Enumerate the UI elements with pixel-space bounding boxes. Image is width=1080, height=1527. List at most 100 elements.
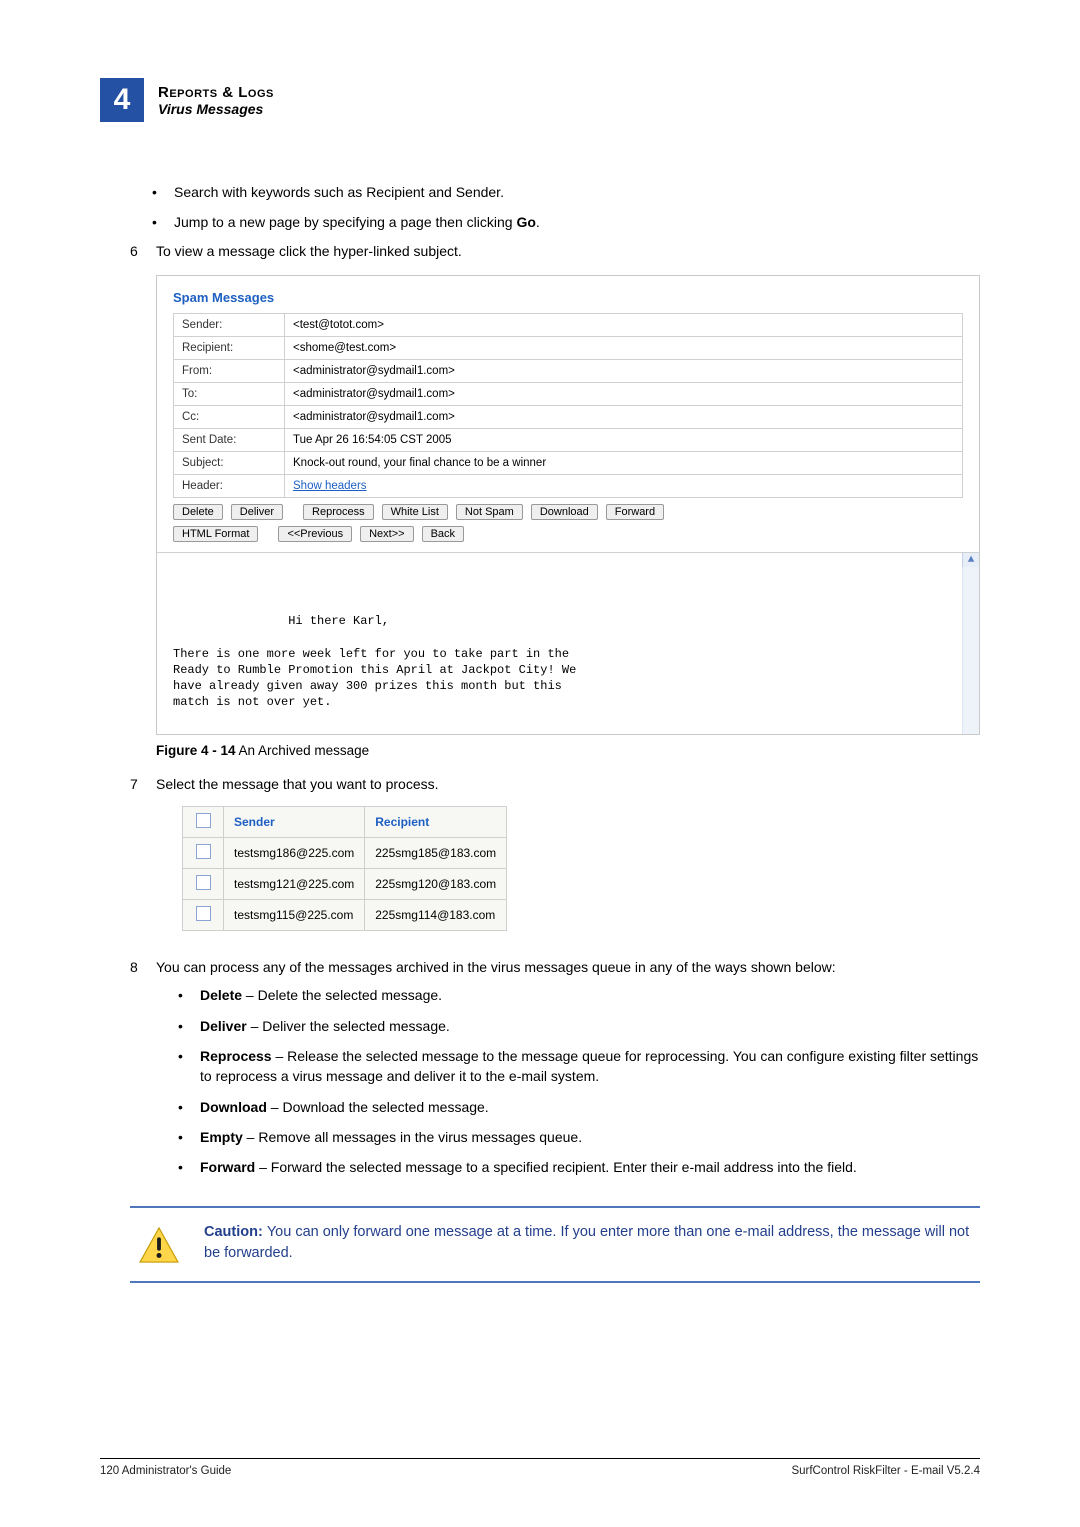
- step-text: Select the message that you want to proc…: [156, 776, 980, 792]
- row-recipient: Recipient:<shome@test.com>: [174, 336, 963, 359]
- action-desc: – Download the selected message.: [267, 1099, 489, 1115]
- caution-text: Caution: You can only forward one messag…: [204, 1222, 972, 1266]
- page: 4 Reports & Logs Virus Messages Search w…: [0, 0, 1080, 1527]
- label-from: From:: [174, 359, 285, 382]
- action-bullets: Delete – Delete the selected message. De…: [178, 985, 980, 1177]
- spam-messages-panel: Spam Messages Sender:<test@totot.com> Re…: [156, 275, 980, 736]
- figure-caption: Figure 4 - 14 An Archived message: [156, 743, 980, 758]
- value-sender: <test@totot.com>: [285, 313, 963, 336]
- page-number: 120: [100, 1465, 119, 1477]
- caution-block: Caution: You can only forward one messag…: [130, 1206, 980, 1283]
- row-sender: Sender:<test@totot.com>: [174, 313, 963, 336]
- action-name: Reprocess: [200, 1048, 272, 1064]
- value-cc: <administrator@sydmail1.com>: [285, 405, 963, 428]
- step-body: To view a message click the hyper-linked…: [156, 243, 980, 767]
- chapter-title: Reports & Logs: [158, 84, 274, 101]
- action-delete: Delete – Delete the selected message.: [178, 985, 980, 1005]
- cell-recipient: 225smg120@183.com: [365, 869, 507, 900]
- figcaption-rest: An Archived message: [236, 743, 370, 758]
- action-reprocess: Reprocess – Release the selected message…: [178, 1046, 980, 1087]
- select-all-cell: [183, 807, 224, 838]
- forward-button[interactable]: Forward: [606, 504, 664, 520]
- delete-button[interactable]: Delete: [173, 504, 223, 520]
- intro-bullet: Search with keywords such as Recipient a…: [152, 182, 980, 202]
- cell-sender: testsmg121@225.com: [224, 869, 365, 900]
- action-desc: – Remove all messages in the virus messa…: [243, 1129, 582, 1145]
- content: Search with keywords such as Recipient a…: [130, 182, 980, 1283]
- step-number: 8: [130, 959, 156, 1187]
- figure-4-14: Spam Messages Sender:<test@totot.com> Re…: [156, 275, 980, 759]
- deliver-button[interactable]: Deliver: [231, 504, 283, 520]
- message-preview: ▲ Hi there Karl, There is one more week …: [157, 552, 979, 735]
- download-button[interactable]: Download: [531, 504, 598, 520]
- row-checkbox[interactable]: [196, 875, 211, 890]
- action-empty: Empty – Remove all messages in the virus…: [178, 1127, 980, 1147]
- notspam-button[interactable]: Not Spam: [456, 504, 523, 520]
- prev-button[interactable]: <<Previous: [278, 526, 352, 542]
- show-headers-link[interactable]: Show headers: [293, 480, 367, 492]
- caution-icon: [138, 1226, 180, 1267]
- footer-left: 120 Administrator's Guide: [100, 1465, 231, 1477]
- table-row: testsmg121@225.com 225smg120@183.com: [183, 869, 507, 900]
- action-desc: – Delete the selected message.: [242, 987, 442, 1003]
- action-name: Empty: [200, 1129, 243, 1145]
- row-checkbox[interactable]: [196, 844, 211, 859]
- action-name: Forward: [200, 1159, 255, 1175]
- row-cc: Cc:<administrator@sydmail1.com>: [174, 405, 963, 428]
- intro-bullet-text: Search with keywords such as Recipient a…: [174, 184, 504, 200]
- col-recipient: Recipient: [365, 807, 507, 838]
- selection-header-row: Sender Recipient: [183, 807, 507, 838]
- cell-recipient: 225smg185@183.com: [365, 838, 507, 869]
- step-number: 7: [130, 776, 156, 949]
- action-name: Delete: [200, 987, 242, 1003]
- intro-bullet-text: Jump to a new page by specifying a page …: [174, 214, 516, 230]
- label-cc: Cc:: [174, 405, 285, 428]
- step-body: You can process any of the messages arch…: [156, 959, 980, 1187]
- intro-bullets: Search with keywords such as Recipient a…: [152, 182, 980, 233]
- step-body: Select the message that you want to proc…: [156, 776, 980, 949]
- action-deliver: Deliver – Deliver the selected message.: [178, 1016, 980, 1036]
- cell-sender: testsmg186@225.com: [224, 838, 365, 869]
- table-row: testsmg115@225.com 225smg114@183.com: [183, 900, 507, 931]
- col-sender: Sender: [224, 807, 365, 838]
- label-sentdate: Sent Date:: [174, 428, 285, 451]
- action-desc: – Release the selected message to the me…: [200, 1048, 978, 1084]
- step-7: 7 Select the message that you want to pr…: [130, 776, 980, 949]
- whitelist-button[interactable]: White List: [382, 504, 448, 520]
- selection-table: Sender Recipient testsmg186@225.com 225s…: [182, 806, 507, 931]
- action-desc: – Forward the selected message to a spec…: [255, 1159, 857, 1175]
- step-6: 6 To view a message click the hyper-link…: [130, 243, 980, 767]
- caution-body: You can only forward one message at a ti…: [204, 1224, 969, 1262]
- selection-table-figure: Sender Recipient testsmg186@225.com 225s…: [182, 806, 980, 931]
- button-row-1: Delete Deliver Reprocess White List Not …: [173, 498, 963, 526]
- spam-panel-title: Spam Messages: [173, 290, 963, 305]
- caution-label: Caution:: [204, 1224, 267, 1240]
- step-number: 6: [130, 243, 156, 767]
- action-download: Download – Download the selected message…: [178, 1097, 980, 1117]
- back-button[interactable]: Back: [422, 526, 464, 542]
- next-button[interactable]: Next>>: [360, 526, 413, 542]
- select-all-checkbox[interactable]: [196, 813, 211, 828]
- reprocess-button[interactable]: Reprocess: [303, 504, 374, 520]
- value-from: <administrator@sydmail1.com>: [285, 359, 963, 382]
- row-sentdate: Sent Date:Tue Apr 26 16:54:05 CST 2005: [174, 428, 963, 451]
- scrollbar-track[interactable]: [962, 567, 979, 735]
- row-to: To:<administrator@sydmail1.com>: [174, 382, 963, 405]
- row-checkbox[interactable]: [196, 906, 211, 921]
- preview-text: Hi there Karl, There is one more week le…: [173, 614, 576, 709]
- action-name: Download: [200, 1099, 267, 1115]
- intro-bullet-post: .: [536, 214, 540, 230]
- step-8: 8 You can process any of the messages ar…: [130, 959, 980, 1187]
- spam-header-table: Sender:<test@totot.com> Recipient:<shome…: [173, 313, 963, 498]
- htmlformat-button[interactable]: HTML Format: [173, 526, 258, 542]
- value-sentdate: Tue Apr 26 16:54:05 CST 2005: [285, 428, 963, 451]
- figcaption-bold: Figure 4 - 14: [156, 743, 236, 758]
- page-footer: 120 Administrator's Guide SurfControl Ri…: [100, 1458, 980, 1477]
- step-text: You can process any of the messages arch…: [156, 959, 980, 975]
- action-name: Deliver: [200, 1018, 247, 1034]
- action-desc: – Deliver the selected message.: [247, 1018, 450, 1034]
- value-recipient: <shome@test.com>: [285, 336, 963, 359]
- cell-sender: testsmg115@225.com: [224, 900, 365, 931]
- row-header: Header:Show headers: [174, 474, 963, 497]
- page-header: 4 Reports & Logs Virus Messages: [100, 78, 980, 122]
